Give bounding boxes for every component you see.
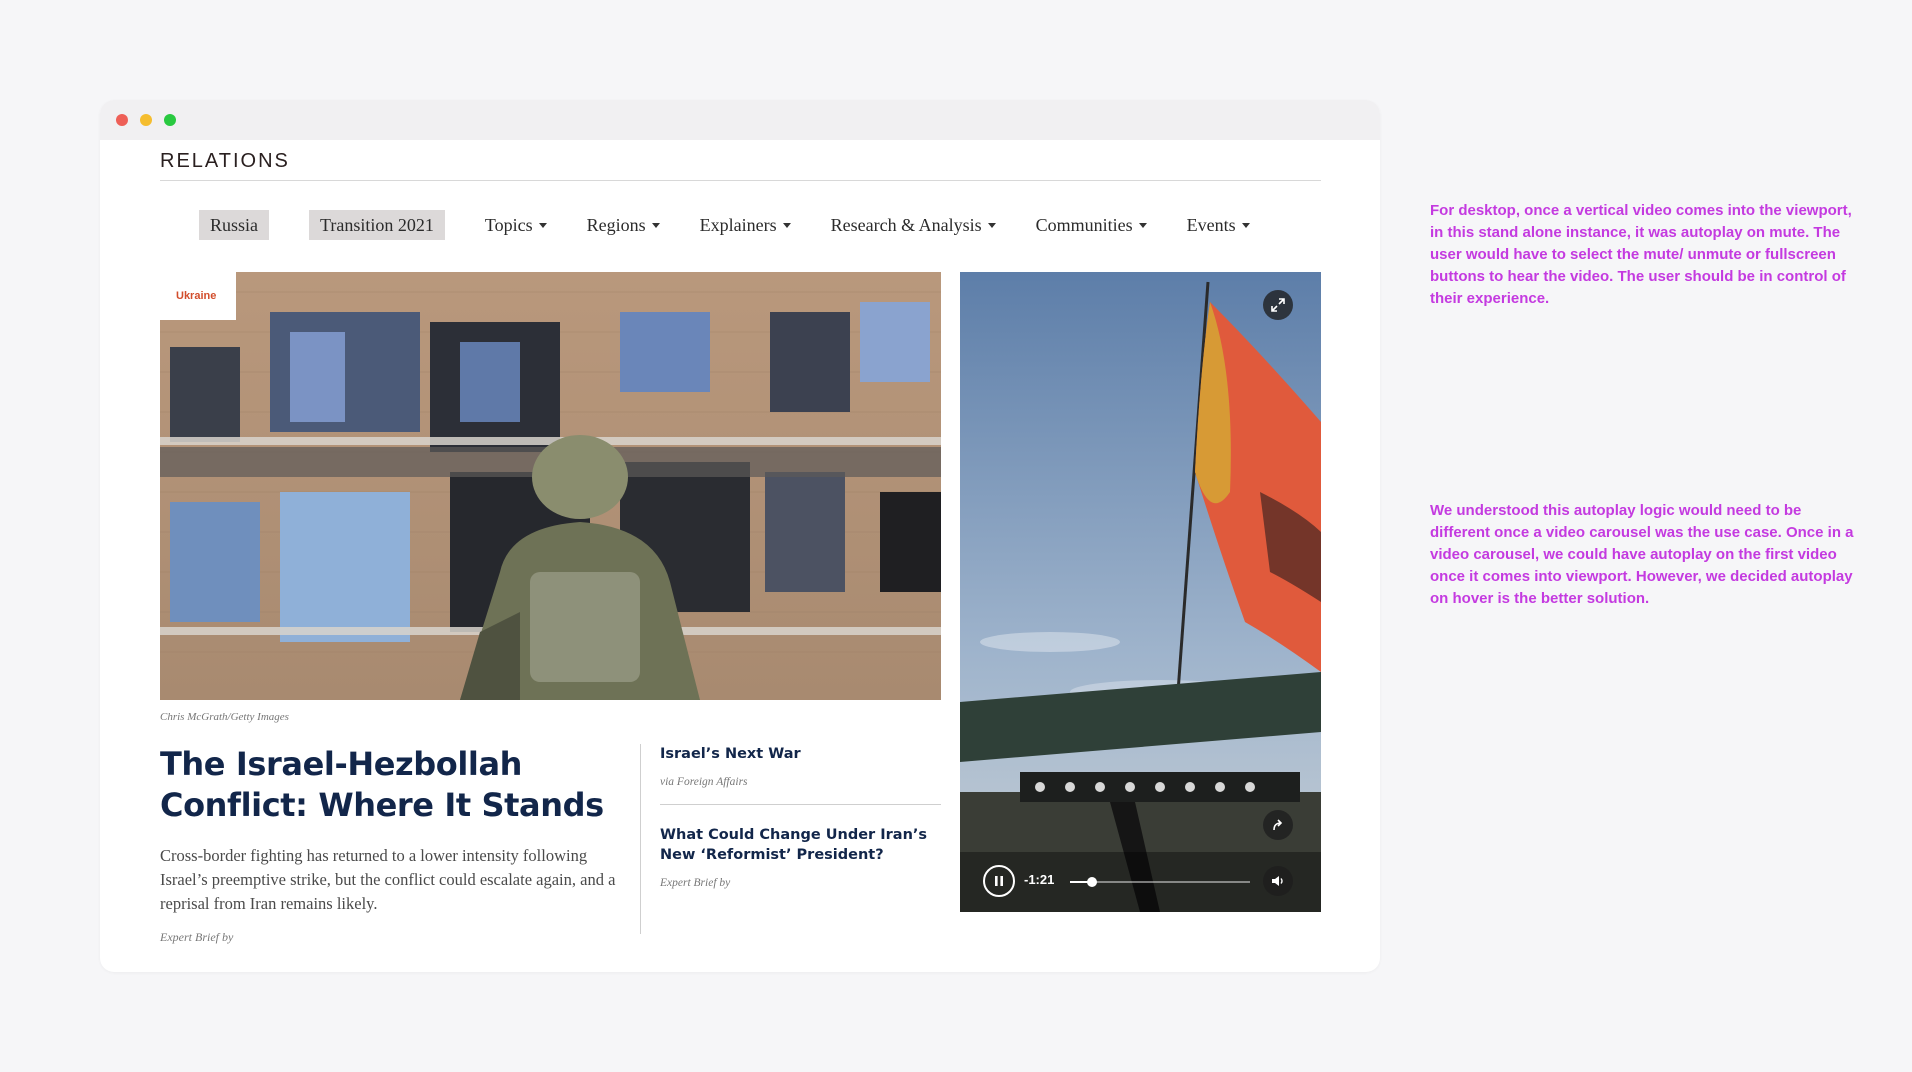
chevron-down-icon bbox=[782, 222, 791, 228]
nav-menu-label: Topics bbox=[484, 214, 533, 235]
video-controls: -1:21 bbox=[960, 852, 1321, 912]
browser-window: RELATIONS Russia Transition 2021 Topics … bbox=[100, 100, 1380, 972]
nav-menu-explainers[interactable]: Explainers bbox=[700, 215, 791, 236]
nav-menu-label: Explainers bbox=[699, 214, 777, 235]
window-titlebar bbox=[100, 100, 1380, 140]
nav-pill-russia[interactable]: Russia bbox=[199, 210, 270, 240]
main-story: The Israel-Hezbollah Conflict: Where It … bbox=[160, 744, 630, 945]
nav-pill-transition-2021[interactable]: Transition 2021 bbox=[309, 210, 445, 240]
related-story-source: Expert Brief by bbox=[660, 877, 731, 889]
related-stories: Israel’s Next War via Foreign Affairs Wh… bbox=[660, 744, 941, 889]
header-divider bbox=[160, 180, 1321, 181]
volume-icon bbox=[1272, 876, 1283, 886]
annotation-note: We understood this autoplay logic would … bbox=[1430, 502, 1854, 607]
vertical-video-player[interactable]: -1:21 bbox=[960, 272, 1321, 912]
photo-credit: Chris McGrath/Getty Images bbox=[160, 711, 289, 723]
related-story-title[interactable]: Israel’s Next War bbox=[660, 744, 941, 764]
column-divider bbox=[640, 744, 641, 934]
hero-image[interactable]: Ukraine bbox=[160, 272, 941, 700]
share-button[interactable] bbox=[1263, 810, 1293, 840]
main-nav: Russia Transition 2021 Topics Regions Ex… bbox=[160, 210, 1321, 240]
close-window-button[interactable] bbox=[116, 114, 128, 126]
main-byline: Expert Brief by bbox=[160, 930, 234, 944]
nav-menu-label: Research & Analysis bbox=[830, 214, 982, 235]
nav-menu-label: Regions bbox=[586, 214, 646, 235]
main-headline[interactable]: The Israel-Hezbollah Conflict: Where It … bbox=[160, 744, 630, 826]
nav-menu-communities[interactable]: Communities bbox=[1036, 215, 1147, 236]
volume-button[interactable] bbox=[1263, 866, 1293, 896]
fullscreen-icon bbox=[1271, 298, 1285, 312]
page-content: RELATIONS Russia Transition 2021 Topics … bbox=[160, 140, 1321, 944]
chevron-down-icon bbox=[1138, 222, 1147, 228]
related-story: Israel’s Next War via Foreign Affairs bbox=[660, 744, 941, 788]
nav-menu-topics[interactable]: Topics bbox=[485, 215, 547, 236]
related-story-source: via Foreign Affairs bbox=[660, 776, 748, 788]
time-remaining: -1:21 bbox=[1024, 872, 1055, 887]
related-story-title[interactable]: What Could Change Under Iran’s New ‘Refo… bbox=[660, 825, 941, 865]
annotation-note: For desktop, once a vertical video comes… bbox=[1430, 202, 1852, 307]
related-story: What Could Change Under Iran’s New ‘Refo… bbox=[660, 825, 941, 889]
site-logo[interactable]: RELATIONS bbox=[160, 142, 1321, 180]
minimize-window-button[interactable] bbox=[140, 114, 152, 126]
nav-menu-label: Communities bbox=[1035, 214, 1133, 235]
hero-photo-illustration bbox=[160, 272, 941, 700]
fullscreen-button[interactable] bbox=[1263, 290, 1293, 320]
scrubber-handle[interactable] bbox=[1086, 877, 1097, 887]
video-scrubber[interactable] bbox=[1070, 877, 1250, 887]
chevron-down-icon bbox=[987, 222, 996, 228]
chevron-down-icon bbox=[651, 222, 660, 228]
nav-menu-regions[interactable]: Regions bbox=[587, 215, 660, 236]
related-story-divider bbox=[660, 804, 941, 805]
nav-menu-label: Events bbox=[1186, 214, 1236, 235]
share-icon bbox=[1273, 819, 1283, 831]
chevron-down-icon bbox=[538, 222, 547, 228]
pause-button[interactable] bbox=[983, 865, 1015, 897]
main-dek: Cross-border fighting has returned to a … bbox=[160, 846, 616, 913]
chevron-down-icon bbox=[1241, 222, 1250, 228]
pause-icon bbox=[995, 876, 1003, 886]
nav-menu-events[interactable]: Events bbox=[1187, 215, 1250, 236]
category-tag[interactable]: Ukraine bbox=[160, 272, 236, 320]
maximize-window-button[interactable] bbox=[164, 114, 176, 126]
nav-menu-research-analysis[interactable]: Research & Analysis bbox=[831, 215, 996, 236]
